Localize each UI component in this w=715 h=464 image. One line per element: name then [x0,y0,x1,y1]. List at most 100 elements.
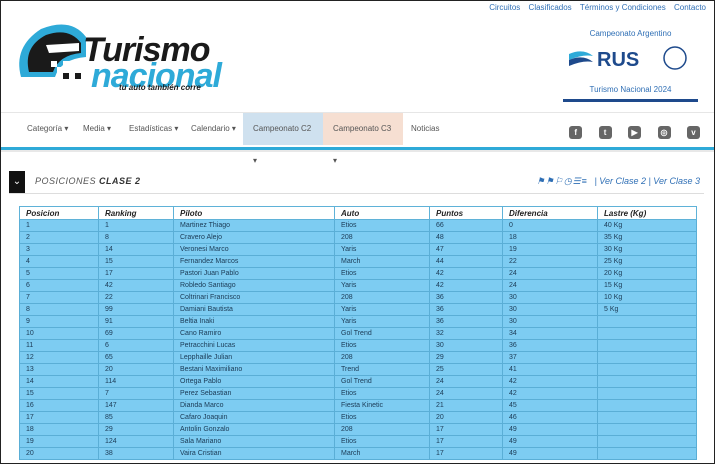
cell-puntos: 24 [429,387,503,400]
cell-posicion: 9 [19,315,99,328]
table-row: 3 14 Veronesi Marco Yaris 47 19 30 Kg [19,243,697,256]
cell-lastre: 5 Kg [597,303,697,316]
toplink-clasificados[interactable]: Clasificados [529,3,572,12]
nav-noticias[interactable]: Noticias [401,113,449,145]
rus-logo-text: RUS [597,49,639,71]
nav-campeonato-c3[interactable]: Campeonato C3 ▾ [323,113,403,165]
section-header: ⌄ POSICIONES CLASE 2 ⚑⚑⚐◷☰≡ | Ver Clase … [9,171,704,194]
cell-piloto: Martinez Thiago [173,219,335,232]
cell-auto: Etios [334,219,430,232]
table-row: 1 1 Martinez Thiago Etios 66 0 40 Kg [19,219,697,232]
cell-lastre: 10 Kg [597,291,697,304]
cell-lastre: 25 Kg [597,255,697,268]
cell-posicion: 1 [19,219,99,232]
cell-puntos: 24 [429,375,503,388]
cell-posicion: 11 [19,339,99,352]
table-row: 18 29 Antolin Gonzalo 208 17 49 [19,423,697,436]
col-ranking: Ranking [98,206,174,220]
cell-puntos: 36 [429,315,503,328]
cell-ranking: 114 [98,375,174,388]
helmet-logo-icon [19,24,86,79]
cell-ranking: 69 [98,327,174,340]
cell-ranking: 29 [98,423,174,436]
ver-clase-links[interactable]: | Ver Clase 2 | Ver Clase 3 [594,176,700,186]
section-prefix: POSICIONES [35,176,97,186]
cell-auto: Yaris [334,303,430,316]
cell-posicion: 17 [19,411,99,424]
cell-lastre [597,435,697,448]
cell-ranking: 91 [98,315,174,328]
vimeo-icon[interactable]: v [687,126,700,139]
cell-posicion: 8 [19,303,99,316]
table-row: 16 147 Dianda Marco Fiesta Kinetic 21 45 [19,399,697,412]
filter-icons[interactable]: ⚑⚑⚐◷☰≡ [537,176,588,186]
cell-lastre [597,315,697,328]
table-row: 8 99 Damiani Bautista Yaris 36 30 5 Kg [19,303,697,316]
table-row: 6 42 Robledo Santiago Yaris 42 24 15 Kg [19,279,697,292]
cell-lastre: 35 Kg [597,231,697,244]
cell-posicion: 2 [19,231,99,244]
cell-ranking: 7 [98,387,174,400]
facebook-icon[interactable]: f [569,126,583,139]
cell-lastre [597,375,697,388]
cell-ranking: 65 [98,351,174,364]
toplink-terminos[interactable]: Términos y Condiciones [580,3,666,12]
nav-campeonato-c2[interactable]: Campeonato C2 ▾ [243,113,323,165]
section-clase: CLASE 2 [99,176,141,186]
site-logo[interactable]: Turismo nacional tu auto también corre [11,17,222,97]
cell-diferencia: 34 [502,327,598,340]
table-header-row: Posicion Ranking Piloto Auto Puntos Dife… [19,206,697,220]
toplink-circuitos[interactable]: Circuitos [489,3,520,12]
cell-piloto: Antolin Gonzalo [173,423,335,436]
instagram-icon[interactable]: ◎ [657,126,671,139]
cell-piloto: Fernandez Marcos [173,255,335,268]
youtube-icon[interactable]: ▶ [628,126,642,139]
cell-ranking: 22 [98,291,174,304]
cell-puntos: 66 [429,219,503,232]
cell-puntos: 44 [429,255,503,268]
cell-piloto: Damiani Bautista [173,303,335,316]
col-posicion: Posicion [19,206,99,220]
twitter-icon[interactable]: t [598,126,612,139]
collapse-chevron-icon[interactable]: ⌄ [9,171,25,193]
cell-lastre [597,423,697,436]
cell-posicion: 15 [19,387,99,400]
table-row: 14 114 Ortega Pablo Gol Trend 24 42 [19,375,697,388]
cell-puntos: 36 [429,291,503,304]
cell-puntos: 21 [429,399,503,412]
cell-lastre [597,363,697,376]
cell-diferencia: 30 [502,291,598,304]
toplink-contacto[interactable]: Contacto [674,3,706,12]
nav-media[interactable]: Media ▾ [73,113,121,145]
table-row: 9 91 Beltia Inaki Yaris 36 30 [19,315,697,328]
nav-categoria[interactable]: Categoría ▾ [17,113,78,145]
cell-diferencia: 0 [502,219,598,232]
nav-estadisticas[interactable]: Estadísticas ▾ [119,113,188,145]
sponsor-banner[interactable]: Campeonato Argentino RUS Turismo Naciona… [563,29,698,104]
cell-posicion: 6 [19,279,99,292]
section-title: POSICIONES CLASE 2 [35,176,141,186]
cell-auto: March [334,447,430,460]
cell-auto: Yaris [334,279,430,292]
cell-piloto: Perez Sebastian [173,387,335,400]
cell-ranking: 42 [98,279,174,292]
nav-calendario[interactable]: Calendario ▾ [181,113,246,145]
table-row: 20 38 Vaira Cristian March 17 49 [19,447,697,460]
main-nav: Categoría ▾ Media ▾ Estadísticas ▾ Calen… [1,112,714,165]
cell-ranking: 147 [98,399,174,412]
cell-posicion: 18 [19,423,99,436]
table-body: 1 1 Martinez Thiago Etios 66 0 40 Kg 2 8 Cravero … [19,219,697,460]
social-links: f t ▶ ◎ v [557,122,700,140]
cell-puntos: 32 [429,327,503,340]
cell-diferencia: 30 [502,303,598,316]
nav-divider [1,150,714,152]
cell-posicion: 7 [19,291,99,304]
table-row: 13 20 Bestani Maximiliano Trend 25 41 [19,363,697,376]
cell-diferencia: 45 [502,399,598,412]
cell-diferencia: 24 [502,267,598,280]
cell-auto: Trend [334,363,430,376]
cell-lastre: 20 Kg [597,267,697,280]
cell-diferencia: 42 [502,387,598,400]
cell-posicion: 4 [19,255,99,268]
cell-ranking: 8 [98,231,174,244]
